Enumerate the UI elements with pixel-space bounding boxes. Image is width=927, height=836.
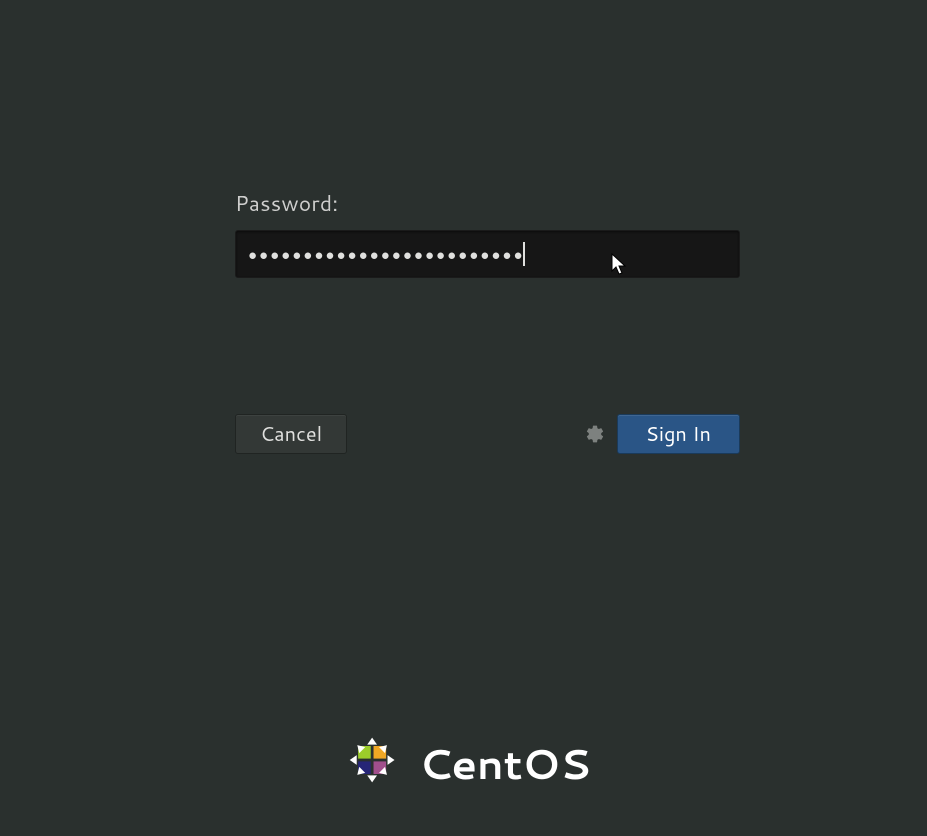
- login-form: Password: ●●●●●●●●●●●●●●●●●●●●●●●●●: [235, 188, 740, 278]
- branding-logo: CentOS: [337, 725, 591, 801]
- centos-logo-icon: [337, 725, 407, 801]
- cancel-button[interactable]: Cancel: [235, 414, 347, 454]
- gear-icon[interactable]: [583, 422, 607, 446]
- text-caret: [523, 242, 525, 266]
- password-masked-value: ●●●●●●●●●●●●●●●●●●●●●●●●●: [248, 244, 525, 265]
- signin-group: Sign In: [583, 414, 740, 454]
- password-input[interactable]: ●●●●●●●●●●●●●●●●●●●●●●●●●: [235, 230, 740, 278]
- password-label: Password:: [235, 188, 740, 218]
- button-row: Cancel Sign In: [235, 414, 740, 454]
- branding-text: CentOS: [419, 733, 591, 793]
- signin-button[interactable]: Sign In: [617, 414, 740, 454]
